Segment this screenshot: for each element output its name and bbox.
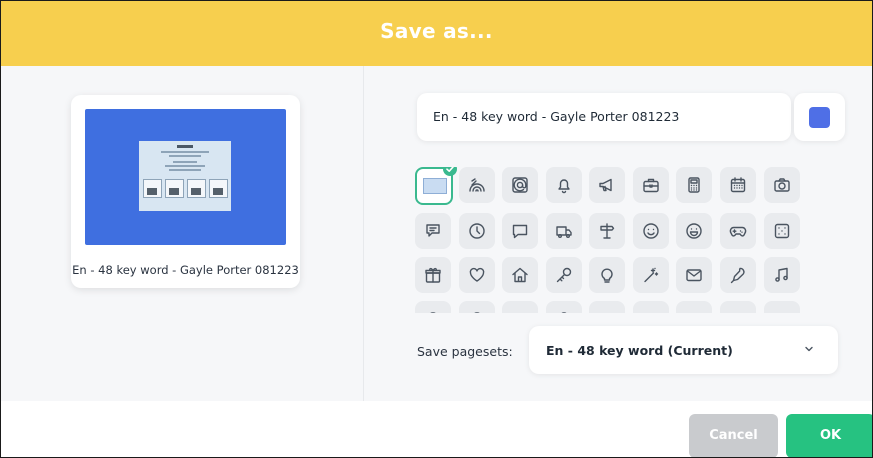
icon-option-at-sign[interactable] <box>502 167 538 203</box>
icon-option-clock[interactable] <box>459 213 495 249</box>
gift-icon <box>425 267 441 283</box>
dialog-title: Save as... <box>380 19 493 43</box>
smile-icon <box>643 223 659 239</box>
heart-icon <box>469 267 485 282</box>
icon-option-grin[interactable] <box>676 213 712 249</box>
row4-1-icon <box>430 312 436 313</box>
icon-option-microphone[interactable] <box>720 257 756 293</box>
icon-option-row4-8[interactable] <box>720 301 756 313</box>
save-pagesets-label: Save pagesets: <box>417 344 513 359</box>
megaphone-icon <box>599 178 612 192</box>
rainbow-icon <box>469 178 485 192</box>
icon-option-gamepad[interactable] <box>720 213 756 249</box>
current-thumbnail-icon <box>423 178 447 194</box>
icon-option-key[interactable] <box>546 257 582 293</box>
row4-3-icon <box>510 309 530 313</box>
calendar-icon <box>730 177 746 193</box>
icon-option-smile[interactable] <box>633 213 669 249</box>
icon-option-music-note[interactable] <box>764 257 800 293</box>
cancel-button[interactable]: Cancel <box>689 414 778 457</box>
row4-7-icon <box>684 309 704 313</box>
truck-icon <box>556 226 572 238</box>
clock-icon <box>469 223 485 239</box>
preview-thumbnail <box>85 109 286 245</box>
icon-option-rainbow[interactable] <box>459 167 495 203</box>
bell-icon <box>558 179 570 194</box>
pageset-name-input[interactable]: En - 48 key word - Gayle Porter 081223 <box>417 93 791 141</box>
icon-option-row4-1[interactable] <box>415 301 451 313</box>
icon-option-row4-7[interactable] <box>676 301 712 313</box>
icon-option-truck[interactable] <box>546 213 582 249</box>
envelope-icon <box>686 269 702 282</box>
icon-option-magic-wand[interactable] <box>633 257 669 293</box>
icon-option-camera[interactable] <box>764 167 800 203</box>
row4-6-icon <box>641 309 661 313</box>
row4-5-icon <box>597 309 617 313</box>
music-note-icon <box>775 267 788 282</box>
icon-option-calendar[interactable] <box>720 167 756 203</box>
icon-option-lightbulb[interactable] <box>589 257 625 293</box>
thumbnail-document <box>139 141 231 211</box>
row4-4-icon <box>561 312 567 313</box>
checkmark-icon <box>443 167 457 176</box>
preview-card: En - 48 key word - Gayle Porter 081223 <box>71 95 300 288</box>
signpost-icon <box>600 223 615 239</box>
speech-bubble-icon <box>512 224 528 239</box>
row4-8-icon <box>728 309 748 313</box>
ok-button[interactable]: OK <box>786 414 872 457</box>
home-icon <box>512 267 528 283</box>
camera-icon <box>774 178 790 192</box>
lightbulb-icon <box>601 268 613 283</box>
icon-option-row4-3[interactable] <box>502 301 538 313</box>
icon-option-row4-5[interactable] <box>589 301 625 313</box>
save-pagesets-dropdown[interactable]: En - 48 key word (Current) <box>529 326 838 374</box>
key-icon <box>556 267 572 283</box>
icon-option-speech-bubble[interactable] <box>502 213 538 249</box>
magic-wand-icon <box>644 267 659 283</box>
icon-option-row4-2[interactable] <box>459 301 495 313</box>
icon-grid <box>415 167 805 313</box>
save-pagesets-value: En - 48 key word (Current) <box>546 343 733 358</box>
row4-9-icon <box>772 309 792 313</box>
icon-option-bell[interactable] <box>546 167 582 203</box>
icon-option-gift[interactable] <box>415 257 451 293</box>
row4-2-icon <box>474 312 480 313</box>
icon-option-signpost[interactable] <box>589 213 625 249</box>
icon-option-home[interactable] <box>502 257 538 293</box>
chevron-down-icon <box>805 346 813 352</box>
color-picker-button[interactable] <box>794 93 845 141</box>
icon-option-row4-4[interactable] <box>546 301 582 313</box>
icon-option-toolbox[interactable] <box>633 167 669 203</box>
toolbox-icon <box>643 178 659 193</box>
icon-option-row4-6[interactable] <box>633 301 669 313</box>
dialog-header: Save as... <box>1 1 872 66</box>
pageset-name-value: En - 48 key word - Gayle Porter 081223 <box>433 109 680 124</box>
save-as-dialog: Save as... En - 48 key word - Gayle Port… <box>0 0 873 458</box>
icon-option-calculator[interactable] <box>676 167 712 203</box>
icon-option-dice[interactable] <box>764 213 800 249</box>
at-sign-icon <box>512 177 528 193</box>
microphone-icon <box>730 267 745 284</box>
icon-option-row4-9[interactable] <box>764 301 800 313</box>
dice-icon <box>774 223 790 239</box>
calculator-icon <box>688 177 700 193</box>
gamepad-icon <box>729 226 747 237</box>
preview-name: En - 48 key word - Gayle Porter 081223 <box>72 263 299 277</box>
icon-option-megaphone[interactable] <box>589 167 625 203</box>
icon-option-heart[interactable] <box>459 257 495 293</box>
icon-option-current-thumbnail[interactable] <box>415 167 457 205</box>
grin-icon <box>686 223 702 239</box>
color-swatch <box>809 107 830 128</box>
icon-option-chat[interactable] <box>415 213 451 249</box>
icon-option-envelope[interactable] <box>676 257 712 293</box>
chat-icon <box>426 224 440 237</box>
